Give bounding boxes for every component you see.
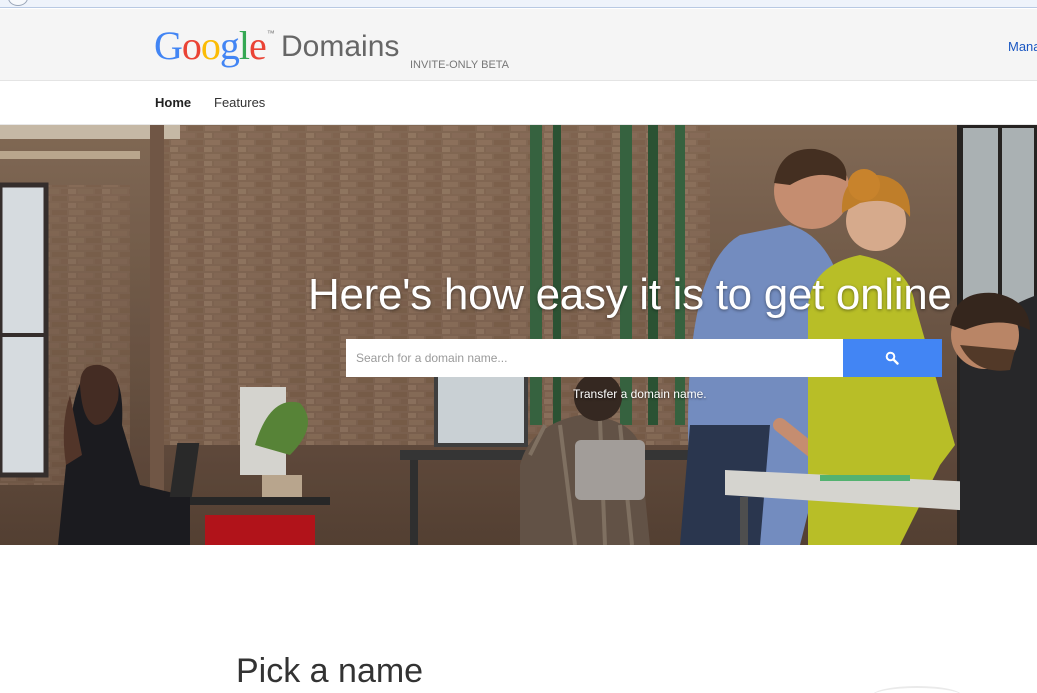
nav-home[interactable]: Home [155, 95, 191, 110]
hero-banner: Here's how easy it is to get online Tran… [0, 125, 1037, 545]
hero-title: Here's how easy it is to get online [308, 270, 952, 319]
hero-background-photo [0, 125, 1037, 545]
product-name: Domains [281, 30, 400, 63]
google-logo[interactable]: Google™ [154, 26, 275, 66]
decorative-curve [872, 686, 962, 693]
section-title-pick-a-name: Pick a name [236, 652, 424, 690]
nav-features[interactable]: Features [214, 95, 265, 110]
site-header: Google™ Domains INVITE-ONLY BETA Mana [0, 9, 1037, 81]
reload-icon[interactable] [8, 0, 28, 6]
search-icon [885, 351, 899, 365]
transfer-domain-link[interactable]: Transfer a domain name. [573, 387, 707, 401]
browser-top-edge [0, 0, 1037, 8]
google-logo-letter: G [154, 23, 183, 68]
search-button[interactable] [843, 339, 942, 377]
google-logo-letter: o [200, 23, 221, 68]
beta-badge: INVITE-ONLY BETA [410, 59, 510, 71]
manage-link[interactable]: Mana [1008, 39, 1037, 54]
main-nav: Home Features [0, 81, 1037, 125]
domain-search-input[interactable] [346, 339, 843, 377]
google-logo-letter: o [181, 23, 202, 68]
google-logo-text: Google [154, 23, 267, 68]
trademark-symbol: ™ [266, 29, 275, 38]
google-logo-letter: e [249, 23, 267, 68]
google-logo-letter: l [238, 23, 250, 68]
google-logo-letter: g [219, 23, 240, 68]
